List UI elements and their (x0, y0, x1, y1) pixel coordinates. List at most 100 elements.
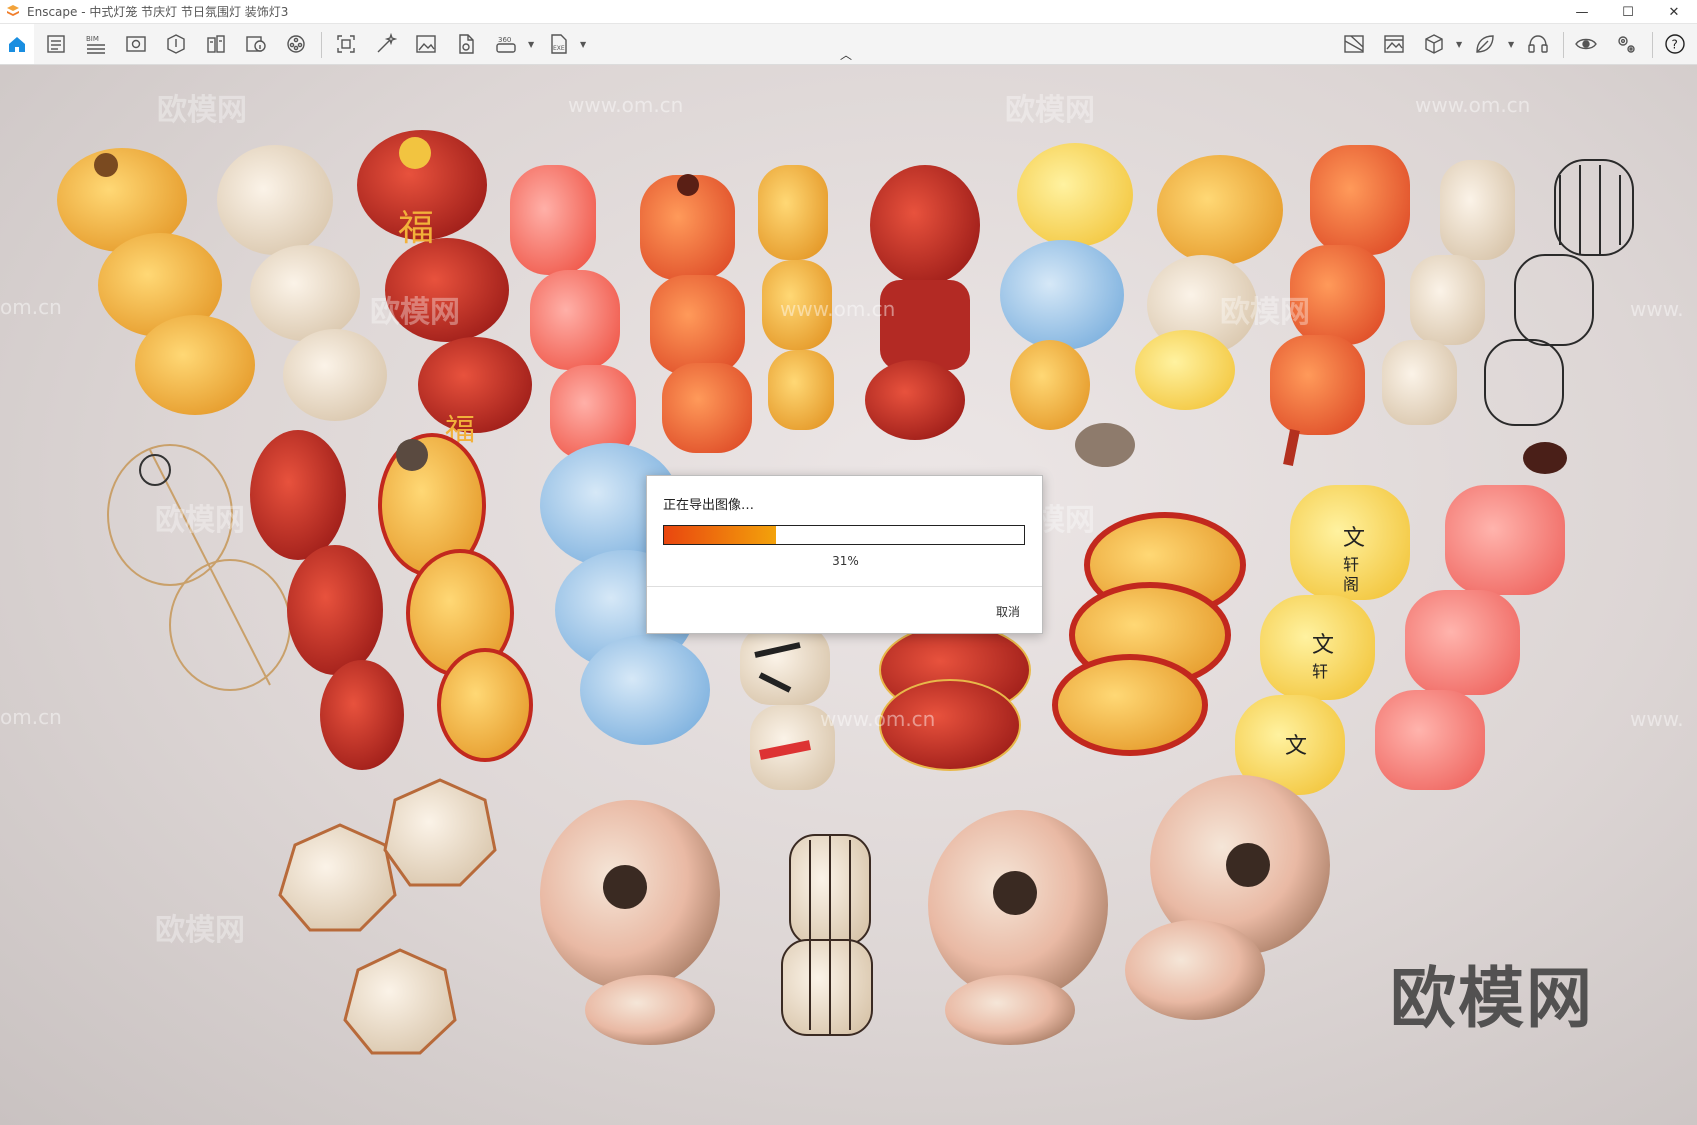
exe-dropdown-caret[interactable]: ▼ (580, 40, 586, 49)
svg-text:阁: 阁 (1343, 575, 1359, 594)
cube-button[interactable] (1422, 32, 1446, 56)
enscape-logo-icon (7, 4, 19, 16)
asset-library-button[interactable] (164, 32, 188, 56)
svg-text:福: 福 (398, 208, 434, 249)
lantern-yellow-cream-stack (1135, 155, 1283, 410)
video-editor-icon (287, 35, 305, 53)
svg-text:BIM: BIM (86, 35, 99, 43)
window-title: Enscape - 中式灯笼 节庆灯 节日氛围灯 装饰灯3 (27, 5, 289, 19)
lantern-red-stripe-stack (879, 624, 1031, 771)
asset-library-icon (167, 34, 185, 54)
leaf-dropdown-caret[interactable]: ▼ (1508, 40, 1514, 49)
document-icon (47, 35, 65, 53)
lantern-red-woven-stack (250, 430, 404, 770)
headset-button[interactable] (1526, 32, 1550, 56)
cube-icon (1425, 34, 1443, 54)
video-editor-button[interactable] (284, 32, 308, 56)
brand-watermark: 欧模网 (1390, 960, 1594, 1037)
lantern-red-yellow-ring-stack (1052, 423, 1246, 756)
leaf-button[interactable] (1473, 32, 1497, 56)
panorama-360-button[interactable]: 360 (494, 32, 518, 56)
svg-text:轩: 轩 (1312, 662, 1328, 681)
svg-text:?: ? (1672, 38, 1678, 52)
lantern-orange-stack (640, 174, 752, 453)
lantern-white-octagon-group (278, 778, 497, 1055)
view-icon (126, 36, 146, 52)
eye-button[interactable] (1574, 32, 1598, 56)
leaf-icon (1476, 35, 1494, 53)
watermark-url: www. (1630, 707, 1684, 731)
lantern-floral-dome-1 (540, 800, 720, 1045)
watermark-url: www.om.cn (820, 707, 936, 731)
gallery-button[interactable] (1382, 32, 1406, 56)
screenshot-button[interactable] (334, 32, 358, 56)
watermark-url: www. (1630, 297, 1684, 321)
watermark-url: www.om.cn (1415, 93, 1531, 117)
progress-bar-fill (664, 526, 776, 544)
watermark: 欧模网 (157, 93, 247, 128)
toolbar-separator-help (1652, 32, 1653, 58)
info-button[interactable] (244, 32, 268, 56)
bim-icon: BIM (86, 35, 105, 54)
settings-button[interactable] (1614, 32, 1638, 56)
progress-percent: 31% (832, 554, 859, 568)
bim-button[interactable]: BIM (84, 32, 108, 56)
view-button[interactable] (124, 32, 148, 56)
svg-text:文: 文 (1343, 526, 1365, 551)
lantern-black-cage (781, 834, 873, 1036)
progress-bar (663, 525, 1025, 545)
watermark: 欧模网 (1220, 295, 1310, 330)
screenshot-icon (337, 35, 355, 53)
cube-dropdown-caret[interactable]: ▼ (1456, 40, 1462, 49)
headset-icon (1528, 35, 1548, 53)
dialog-divider (647, 586, 1042, 587)
watermark-url: www.om.cn (568, 93, 684, 117)
eye-icon (1575, 38, 1597, 50)
dialog-title: 正在导出图像… (663, 498, 755, 513)
lantern-floral-dome-3 (1125, 775, 1330, 1020)
settings-icon (1618, 36, 1635, 53)
help-button[interactable]: ? (1663, 32, 1687, 56)
lantern-floral-dome-2 (928, 810, 1108, 1045)
building-button[interactable] (204, 32, 228, 56)
home-icon (9, 37, 25, 52)
cancel-button[interactable]: 取消 (996, 603, 1020, 620)
watermark: 欧模网 (1005, 93, 1095, 128)
svg-text:轩: 轩 (1343, 555, 1359, 574)
image-icon (416, 35, 436, 53)
building-icon (207, 35, 225, 53)
watermark: 欧模网 (155, 503, 245, 538)
export-progress-dialog: 正在导出图像… 31% 取消 (646, 475, 1043, 634)
home-button[interactable] (0, 24, 34, 64)
svg-text:EXE: EXE (553, 45, 565, 52)
panorama-360-icon: 360 (496, 36, 516, 53)
svg-text:360: 360 (498, 36, 511, 44)
magic-wand-button[interactable] (374, 32, 398, 56)
svg-text:文: 文 (1285, 734, 1307, 759)
info-icon (246, 36, 266, 52)
help-icon: ? (1665, 34, 1685, 54)
map-button[interactable] (1342, 32, 1366, 56)
document-button[interactable] (44, 32, 68, 56)
image-button[interactable] (414, 32, 438, 56)
watermark: 欧模网 (370, 295, 460, 330)
title-bar: Enscape - 中式灯笼 节庆灯 节日氛围灯 装饰灯3 — ☐ ✕ (0, 0, 1697, 24)
magic-wand-icon (377, 33, 397, 53)
maximize-button[interactable]: ☐ (1605, 0, 1651, 24)
watermark-url: www.om.cn (780, 297, 896, 321)
minimize-button[interactable]: — (1559, 0, 1605, 24)
watermark-url: om.cn (0, 705, 62, 729)
close-button[interactable]: ✕ (1651, 0, 1697, 24)
collapse-toolbar-arrow[interactable]: ︿ (840, 49, 852, 61)
watermark: 欧模网 (155, 913, 245, 948)
lantern-pink-stack (510, 165, 636, 460)
export-file-button[interactable] (454, 32, 478, 56)
watermark-url: om.cn (0, 295, 62, 319)
toolbar-separator (321, 32, 322, 58)
panorama-dropdown-caret[interactable]: ▼ (528, 40, 534, 49)
gallery-icon (1384, 35, 1404, 53)
toolbar-separator-right (1563, 32, 1564, 58)
map-icon (1344, 35, 1364, 53)
lantern-coral-stack (1375, 442, 1567, 790)
exe-export-button[interactable]: EXE (547, 32, 571, 56)
